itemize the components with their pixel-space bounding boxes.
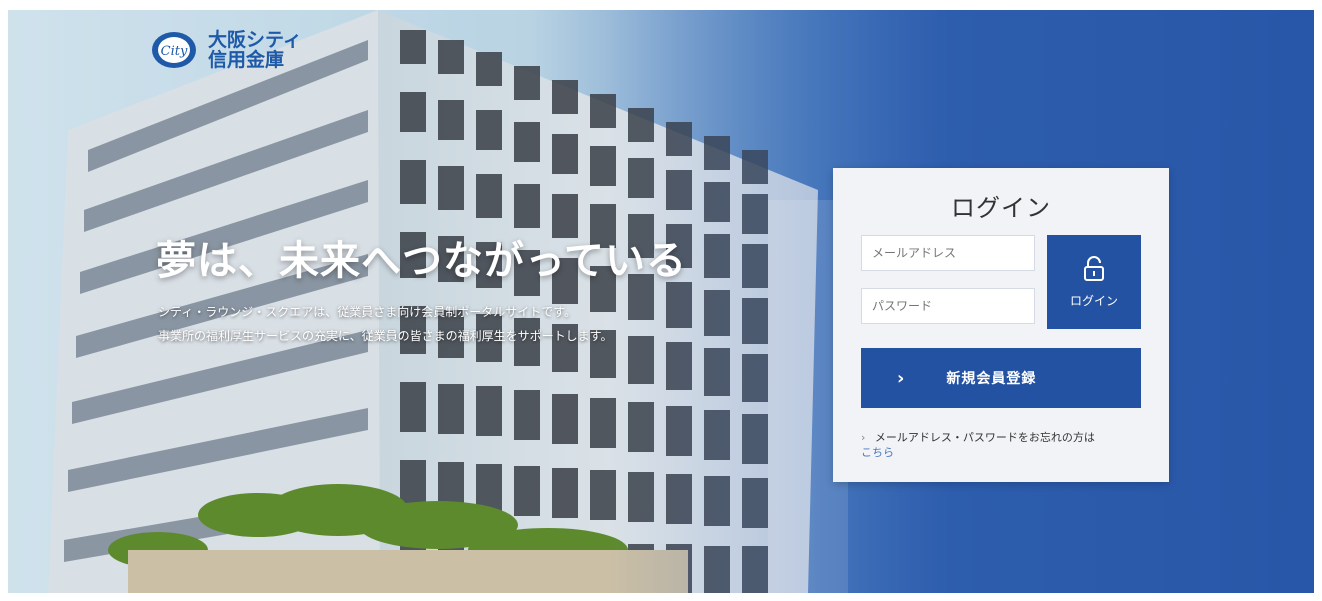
chevron-right-icon: › <box>897 367 905 389</box>
password-input[interactable] <box>861 288 1035 324</box>
brand-name: 大阪シティ 信用金庫 <box>208 30 302 70</box>
login-card: ログイン ログイン › 新規会員登録 › メールアドレス・パスワードをお忘れの方… <box>833 168 1169 482</box>
login-title: ログイン <box>951 194 1051 222</box>
hero-subtext: シティ・ラウンジ・スクエアは、従業員さま向け会員制ポータルサイトです。 事業所の… <box>158 300 612 348</box>
register-button-label: 新規会員登録 <box>946 371 1037 387</box>
login-button-label: ログイン <box>1069 293 1118 308</box>
hero-subtext-line1: シティ・ラウンジ・スクエアは、従業員さま向け会員制ポータルサイトです。 <box>158 305 577 319</box>
brand-logo[interactable]: City 大阪シティ 信用金庫 <box>150 30 302 70</box>
forgot-credentials-text: メールアドレス・パスワードをお忘れの方は <box>874 431 1095 444</box>
register-button[interactable]: › 新規会員登録 <box>861 348 1141 408</box>
unlock-icon <box>1084 255 1104 281</box>
hero-headline: 夢は、未来へつながっている <box>156 238 687 284</box>
login-button[interactable]: ログイン <box>1047 235 1141 329</box>
forgot-credentials-link[interactable]: こちら <box>861 445 1151 460</box>
logo-mark-icon: City <box>152 32 196 68</box>
hero-section: City 大阪シティ 信用金庫 夢は、未来へつながっている シティ・ラウンジ・ス… <box>8 10 1314 593</box>
forgot-credentials: › メールアドレス・パスワードをお忘れの方は こちら <box>861 430 1151 460</box>
chevron-right-icon: › <box>861 431 866 444</box>
email-input[interactable] <box>861 235 1035 271</box>
brand-name-line1: 大阪シティ <box>208 29 302 51</box>
brand-name-line2: 信用金庫 <box>208 49 285 71</box>
hero-subtext-line2: 事業所の福利厚生サービスの充実に、従業員の皆さまの福利厚生をサポートします。 <box>158 329 613 343</box>
logo-mark-text: City <box>161 44 188 59</box>
